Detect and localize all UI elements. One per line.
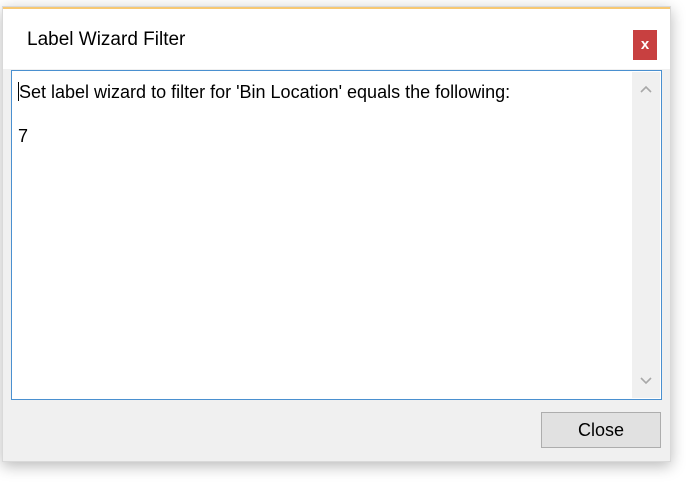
scroll-up-button[interactable] bbox=[632, 76, 660, 102]
text-area-content: Set label wizard to filter for 'Bin Loca… bbox=[18, 81, 625, 147]
chevron-up-icon bbox=[640, 85, 652, 93]
window-title: Label Wizard Filter bbox=[27, 29, 186, 50]
scroll-down-button[interactable] bbox=[632, 368, 660, 394]
label-wizard-filter-dialog: Label Wizard Filter x Set label wizard t… bbox=[2, 6, 671, 462]
text-line-3: 7 bbox=[18, 126, 29, 146]
desktop: Label Wizard Filter x Set label wizard t… bbox=[0, 0, 686, 482]
close-button[interactable]: Close bbox=[541, 412, 661, 448]
text-line-2 bbox=[18, 103, 625, 125]
close-icon: x bbox=[640, 36, 650, 53]
filter-text-area[interactable]: Set label wizard to filter for 'Bin Loca… bbox=[11, 70, 662, 400]
title-bar[interactable]: Label Wizard Filter x bbox=[3, 9, 670, 69]
title-close-button[interactable]: x bbox=[633, 30, 657, 60]
text-line-1: Set label wizard to filter for 'Bin Loca… bbox=[19, 82, 511, 102]
chevron-down-icon bbox=[640, 377, 652, 385]
vertical-scrollbar[interactable] bbox=[632, 72, 660, 398]
